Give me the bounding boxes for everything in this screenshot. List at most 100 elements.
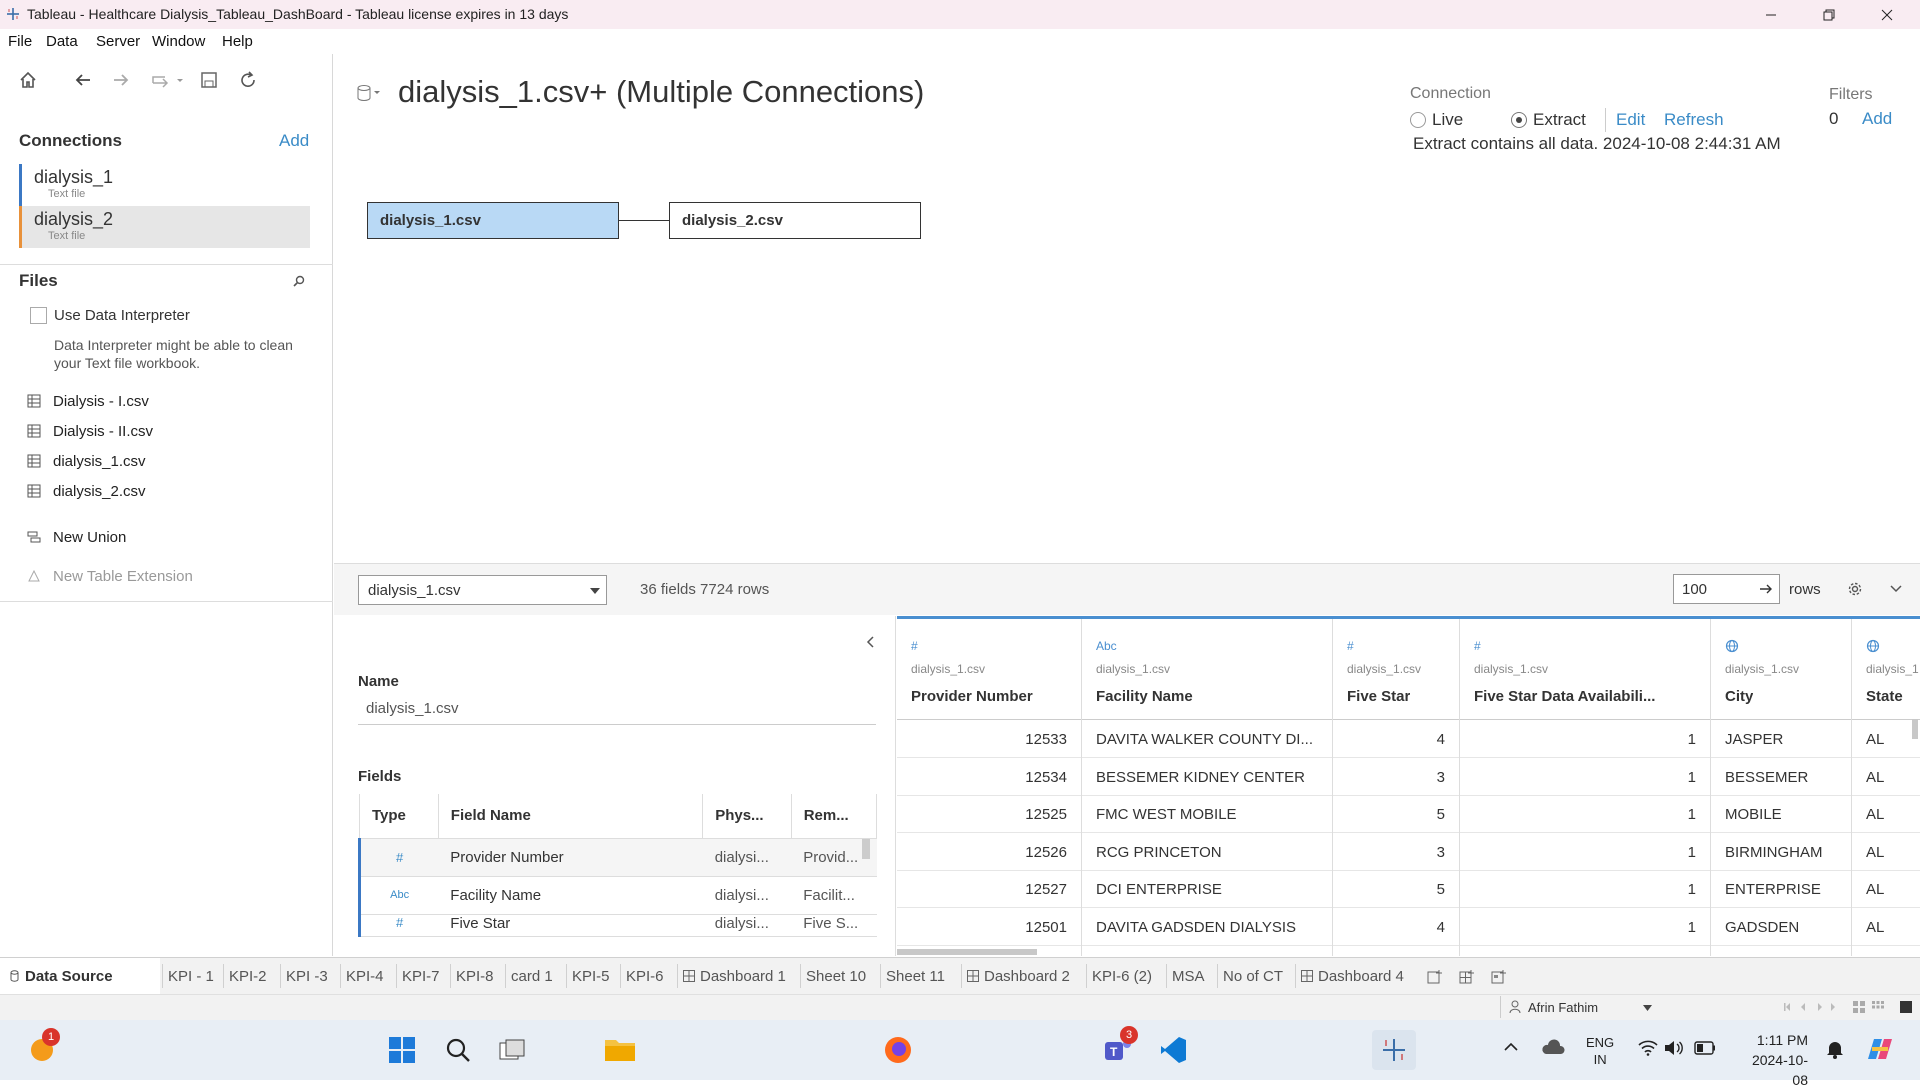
field-row[interactable]: Abc Facility Name dialysi... Facilit... bbox=[358, 876, 877, 915]
grid-cell[interactable]: 4 bbox=[1333, 721, 1459, 758]
table-card-dialysis-2[interactable]: dialysis_2.csv bbox=[669, 202, 921, 239]
grid-cell[interactable]: 3 bbox=[1333, 834, 1459, 871]
globe-icon[interactable] bbox=[1725, 639, 1739, 653]
tab-data-source[interactable]: Data Source bbox=[0, 958, 160, 994]
filters-add-link[interactable]: Add bbox=[1862, 109, 1892, 129]
new-table-extension-item[interactable]: New Table Extension bbox=[27, 566, 193, 586]
grid-cell[interactable]: 12501 bbox=[897, 909, 1081, 946]
tab-sheet[interactable]: KPI-7 bbox=[402, 958, 440, 994]
column-header-field-name[interactable]: Field Name bbox=[438, 794, 704, 839]
grid-cell[interactable]: AL bbox=[1852, 796, 1920, 833]
type-icon[interactable]: # bbox=[358, 838, 439, 877]
search-files-button[interactable] bbox=[292, 274, 306, 288]
grid-cell[interactable]: AL bbox=[1852, 759, 1920, 796]
settings-button[interactable] bbox=[1847, 581, 1863, 597]
field-name[interactable]: Provider Number bbox=[438, 838, 703, 877]
file-item[interactable]: dialysis_1.csv bbox=[27, 451, 146, 471]
column-field-name[interactable]: Five Star Data Availabili... bbox=[1474, 688, 1655, 705]
wifi-icon[interactable] bbox=[1638, 1040, 1658, 1056]
grid-cell[interactable]: 5 bbox=[1333, 871, 1459, 908]
field-row[interactable]: # Provider Number dialysi... Provid... bbox=[358, 838, 877, 877]
grid-cell[interactable]: 1 bbox=[1460, 796, 1710, 833]
grid-column-header[interactable]: dialysis_1 State bbox=[1852, 619, 1920, 720]
column-field-name[interactable]: State bbox=[1866, 688, 1903, 705]
number-type-icon[interactable]: # bbox=[1347, 639, 1354, 653]
tab-sheet[interactable]: KPI-6 bbox=[626, 958, 664, 994]
extract-refresh-link[interactable]: Refresh bbox=[1664, 110, 1724, 130]
tab-sheet[interactable]: Sheet 11 bbox=[886, 958, 945, 994]
start-button[interactable] bbox=[384, 1032, 420, 1068]
tab-sheet[interactable]: KPI - 1 bbox=[168, 958, 214, 994]
grid-cell[interactable]: FMC WEST MOBILE bbox=[1082, 796, 1332, 833]
collapse-panel-button[interactable] bbox=[866, 636, 874, 648]
grid-cell[interactable]: GADSDEN bbox=[1711, 909, 1851, 946]
column-header-physical[interactable]: Phys... bbox=[702, 794, 792, 839]
file-explorer-button[interactable] bbox=[602, 1032, 638, 1068]
grid-column-header[interactable]: # dialysis_1.csv Five Star Data Availabili… bbox=[1460, 619, 1710, 720]
file-item[interactable]: Dialysis - I.csv bbox=[27, 391, 149, 411]
grid-cell[interactable]: 5 bbox=[1333, 796, 1459, 833]
grid-cell[interactable]: DAVITA WALKER COUNTY DI... bbox=[1082, 721, 1332, 758]
close-button[interactable] bbox=[1858, 0, 1916, 29]
grid-cell[interactable]: 12533 bbox=[897, 721, 1081, 758]
datasource-icon[interactable] bbox=[357, 84, 383, 102]
field-name[interactable]: Five Star bbox=[438, 914, 703, 937]
table-select[interactable]: dialysis_1.csv bbox=[358, 575, 607, 605]
tab-sheet[interactable]: Sheet 10 bbox=[806, 958, 866, 994]
connection-dialysis-2[interactable]: dialysis_2 Text file bbox=[19, 206, 310, 248]
grid-column-header[interactable]: # dialysis_1.csv Five Star bbox=[1333, 619, 1459, 720]
filmstrip-view-icon[interactable] bbox=[1853, 1001, 1865, 1013]
tab-dashboard[interactable]: Dashboard 2 bbox=[967, 958, 1070, 994]
menu-file[interactable]: File bbox=[8, 33, 32, 50]
extract-edit-link[interactable]: Edit bbox=[1616, 110, 1645, 130]
field-name[interactable]: Facility Name bbox=[438, 876, 703, 915]
grid-column-header[interactable]: dialysis_1.csv City bbox=[1711, 619, 1851, 720]
grid-cell[interactable]: 1 bbox=[1460, 834, 1710, 871]
live-radio[interactable] bbox=[1410, 112, 1426, 128]
search-button[interactable] bbox=[440, 1032, 476, 1068]
datasource-title[interactable]: dialysis_1.csv+ (Multiple Connections) bbox=[398, 74, 924, 110]
grid-cell[interactable]: BESSEMER bbox=[1711, 759, 1851, 796]
tab-sheet[interactable]: KPI-5 bbox=[572, 958, 610, 994]
relationship-line[interactable] bbox=[619, 220, 669, 221]
collapse-grid-button[interactable] bbox=[1890, 585, 1902, 593]
battery-icon[interactable] bbox=[1694, 1041, 1716, 1055]
grid-cell[interactable]: 1 bbox=[1460, 721, 1710, 758]
grid-cell[interactable]: 12525 bbox=[897, 796, 1081, 833]
onedrive-icon[interactable] bbox=[1541, 1038, 1565, 1056]
grid-cell[interactable]: BIRMINGHAM bbox=[1711, 834, 1851, 871]
grid-cell[interactable]: 12526 bbox=[897, 834, 1081, 871]
grid-cell[interactable]: 1 bbox=[1460, 759, 1710, 796]
volume-icon[interactable] bbox=[1664, 1040, 1684, 1056]
name-value[interactable]: dialysis_1.csv bbox=[366, 700, 459, 717]
fields-scrollbar[interactable] bbox=[862, 839, 870, 859]
file-item[interactable]: Dialysis - II.csv bbox=[27, 421, 153, 441]
column-field-name[interactable]: Facility Name bbox=[1096, 688, 1193, 705]
tab-sheet[interactable]: KPI-8 bbox=[456, 958, 494, 994]
tabs-view-icon[interactable] bbox=[1900, 1001, 1912, 1013]
tab-dashboard[interactable]: Dashboard 1 bbox=[683, 958, 786, 994]
vscode-button[interactable] bbox=[1155, 1032, 1191, 1068]
refresh-button[interactable] bbox=[236, 68, 260, 92]
tab-dashboard[interactable]: Dashboard 4 bbox=[1301, 958, 1404, 994]
type-icon[interactable]: Abc bbox=[358, 876, 439, 915]
tab-sheet[interactable]: No of CT bbox=[1223, 958, 1283, 994]
connection-dialysis-1[interactable]: dialysis_1 Text file bbox=[19, 164, 310, 206]
column-field-name[interactable]: City bbox=[1725, 688, 1753, 705]
grid-cell[interactable]: 1 bbox=[1460, 909, 1710, 946]
clock[interactable]: 1:11 PM 2024-10-08 bbox=[1738, 1030, 1808, 1090]
tab-sheet[interactable]: KPI-6 (2) bbox=[1092, 958, 1152, 994]
save-button[interactable] bbox=[197, 68, 221, 92]
grid-cell[interactable]: DCI ENTERPRISE bbox=[1082, 871, 1332, 908]
copilot-icon[interactable] bbox=[1864, 1035, 1894, 1063]
menu-data[interactable]: Data bbox=[46, 33, 78, 50]
live-label[interactable]: Live bbox=[1432, 110, 1463, 130]
redo-dropdown-button[interactable] bbox=[148, 68, 188, 92]
grid-cell[interactable]: ENTERPRISE bbox=[1711, 871, 1851, 908]
notifications-app-button[interactable]: 1 bbox=[24, 1028, 60, 1068]
firefox-button[interactable] bbox=[880, 1032, 916, 1068]
grid-cell[interactable]: DAVITA GADSDEN DIALYSIS bbox=[1082, 909, 1332, 946]
field-row[interactable]: # Five Star dialysi... Five S... bbox=[358, 914, 877, 937]
teams-button[interactable]: T 3 bbox=[1100, 1026, 1138, 1068]
table-card-dialysis-1[interactable]: dialysis_1.csv bbox=[367, 202, 619, 239]
